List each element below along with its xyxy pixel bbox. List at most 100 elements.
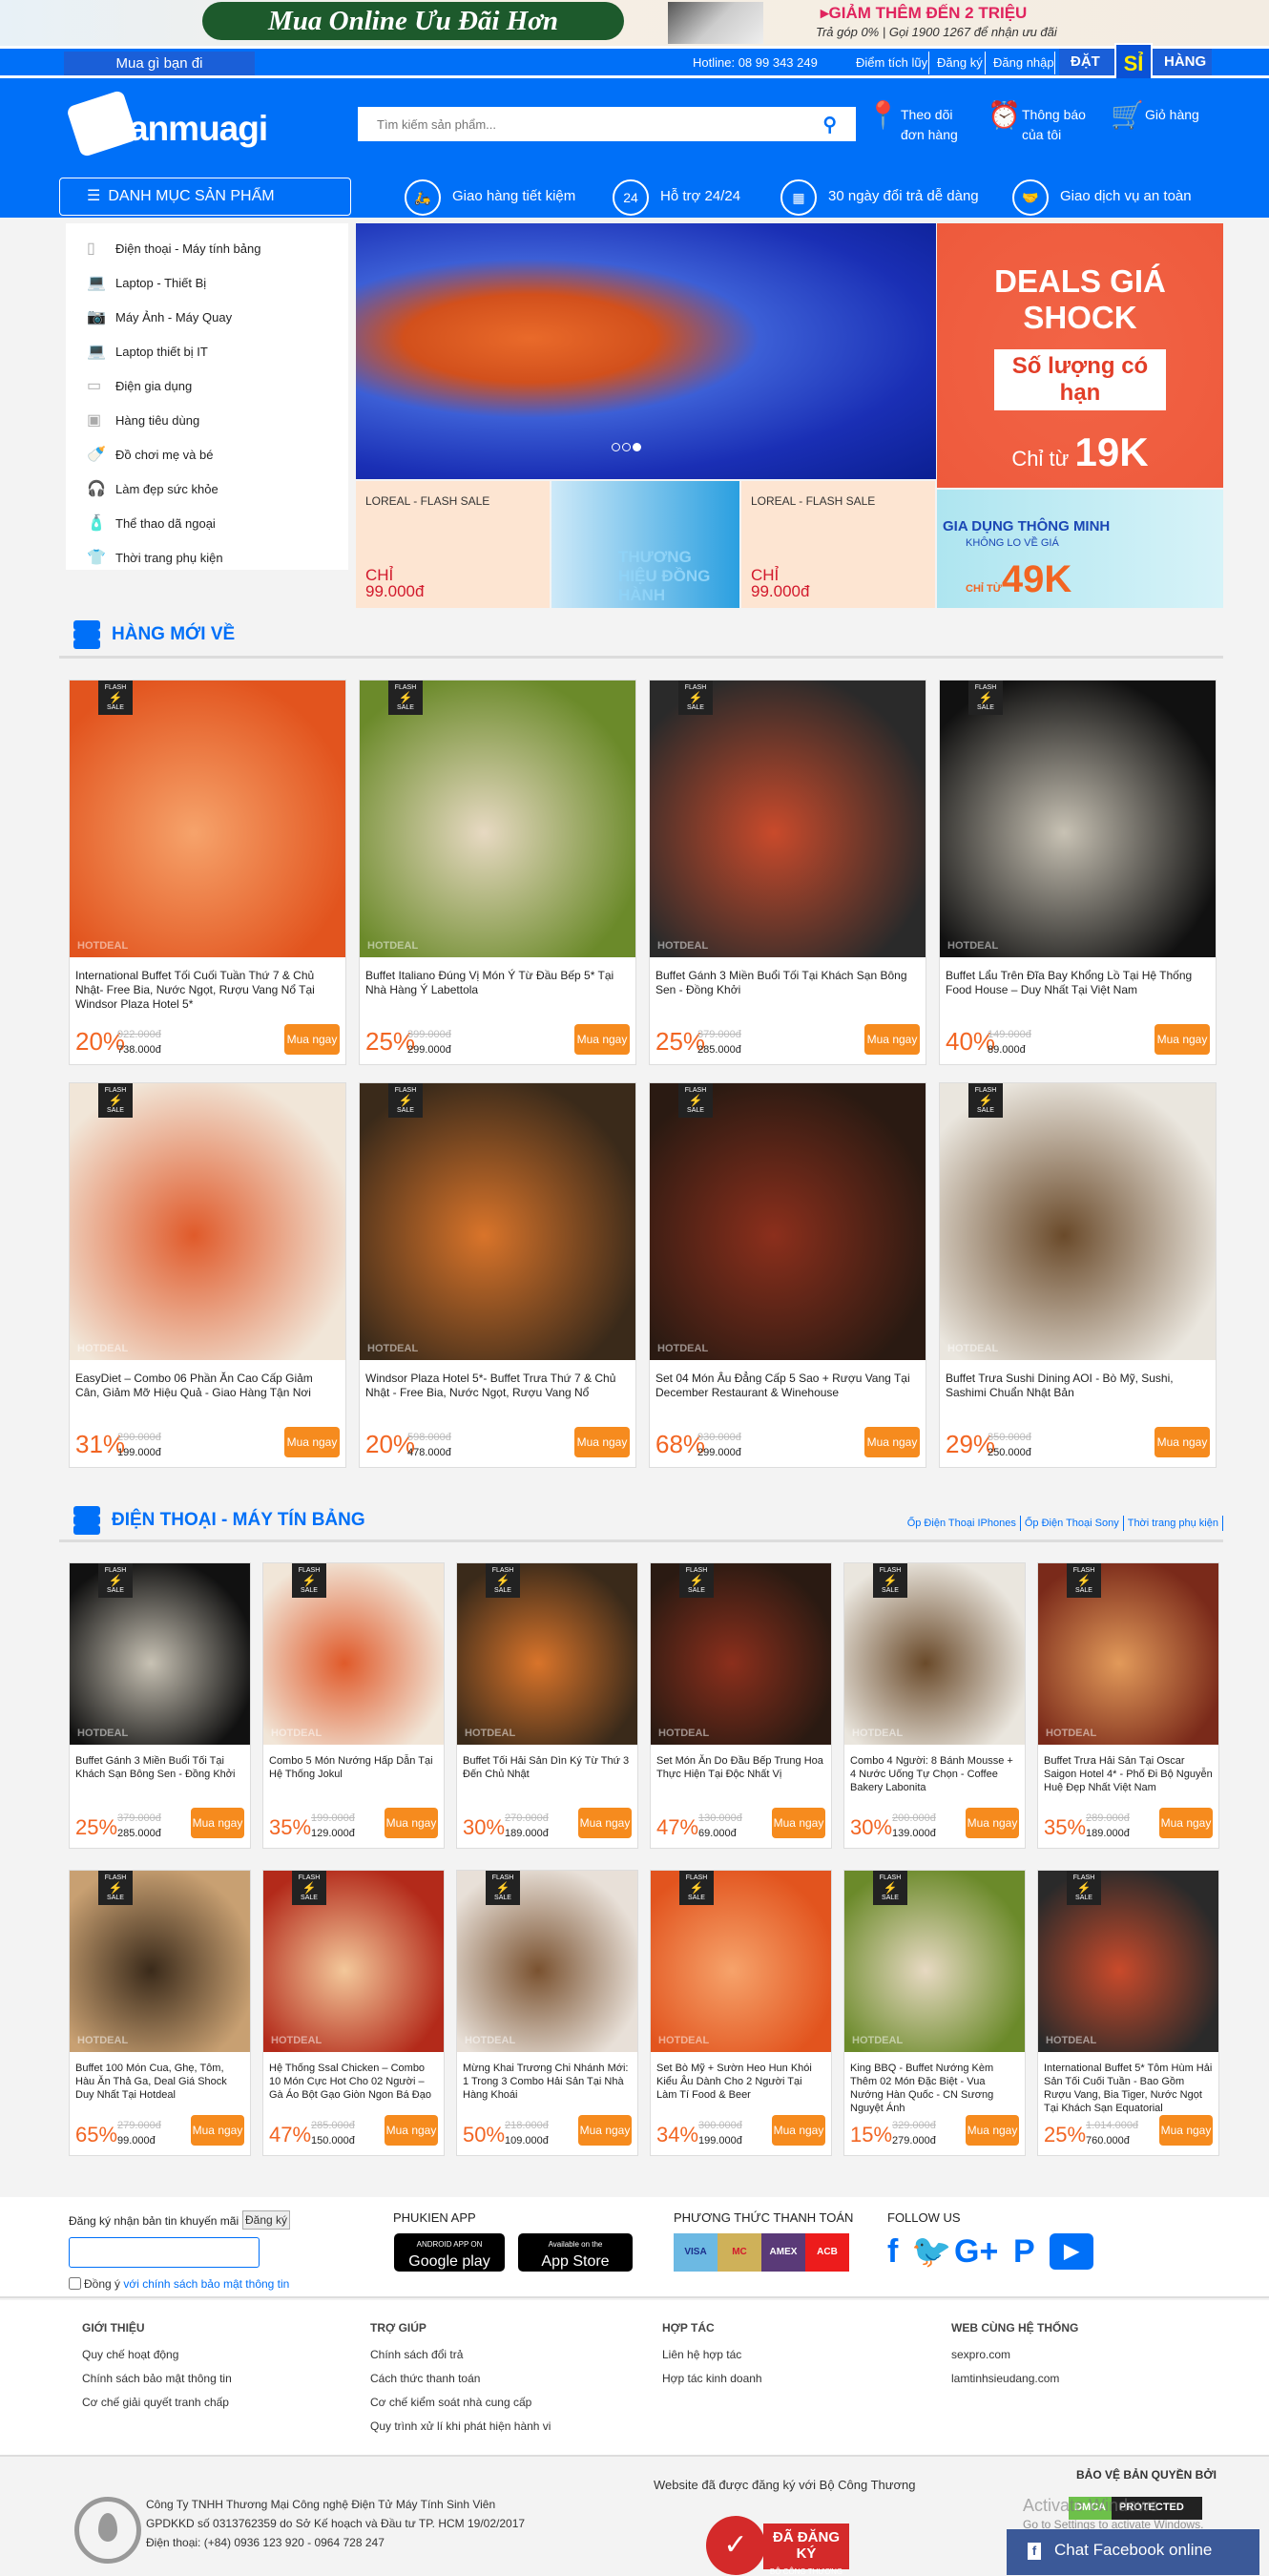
product-card[interactable]: FLASH ⚡ SALE HOTDEAL Hệ Thống Ssal Chicken –… — [262, 1870, 445, 2156]
sidebar-item[interactable]: ▭ Điện gia dụng — [66, 368, 348, 403]
buy-now-button[interactable]: Mua ngay — [574, 1427, 630, 1457]
agree-checkbox[interactable] — [69, 2277, 81, 2290]
banner-loreal[interactable]: LOREAL - FLASH SALE CHỈ 99.000đ — [356, 481, 550, 608]
footer-link[interactable]: Cơ chế kiểm soát nhà cung cấp — [370, 2396, 551, 2409]
footer-link[interactable]: Liên hệ hợp tác — [662, 2348, 762, 2361]
product-image[interactable]: FLASH ⚡ SALE HOTDEAL — [940, 681, 1216, 957]
product-image[interactable]: FLASH ⚡ SALE HOTDEAL — [650, 681, 926, 957]
product-title[interactable]: International Buffet 5* Tôm Hùm Hải Sản … — [1038, 2052, 1218, 2115]
buy-now-button[interactable]: Mua ngay — [284, 1024, 340, 1055]
product-image[interactable]: FLASH ⚡ SALE HOTDEAL — [940, 1083, 1216, 1360]
buy-now-button[interactable]: Mua ngay — [864, 1427, 920, 1457]
buy-now-button[interactable]: Mua ngay — [1159, 1808, 1213, 1838]
buy-now-button[interactable]: Mua ngay — [385, 1808, 438, 1838]
promo-banner[interactable]: Mua Online Ưu Đãi Hơn ▸GIẢM THÊM ĐẾN 2 T… — [0, 0, 1269, 46]
product-card[interactable]: FLASH ⚡ SALE HOTDEAL Buffet Gánh 3 Miền Buổi… — [649, 680, 926, 1065]
chat-facebook-button[interactable]: f Chat Facebook online — [1007, 2529, 1259, 2575]
product-title[interactable]: Buffet Tối Hải Sản Dìn Ký Từ Thứ 3 Đến C… — [457, 1745, 637, 1808]
login-link[interactable]: Đăng nhập — [993, 55, 1054, 70]
product-title[interactable]: Combo 5 Món Nướng Hấp Dẫn Tại Hệ Thống J… — [263, 1745, 444, 1808]
slider-dot[interactable] — [612, 443, 620, 451]
buy-now-button[interactable]: Mua ngay — [864, 1024, 920, 1055]
product-image[interactable]: FLASH ⚡ SALE HOTDEAL — [360, 681, 635, 957]
facebook-icon[interactable]: f — [887, 2233, 898, 2270]
footer-link[interactable]: sexpro.com — [951, 2348, 1078, 2361]
product-card[interactable]: FLASH ⚡ SALE HOTDEAL Combo 5 Món Nướng Hấp D… — [262, 1562, 445, 1849]
sublink[interactable]: Ốp Điện Thoại IPhones — [904, 1516, 1021, 1531]
buy-now-button[interactable]: Mua ngay — [284, 1427, 340, 1457]
twitter-icon[interactable]: 🐦 — [911, 2233, 951, 2270]
sidebar-item[interactable]: 💻 Laptop thiết bị IT — [66, 334, 348, 368]
product-image[interactable]: FLASH ⚡ SALE HOTDEAL — [651, 1871, 831, 2052]
product-card[interactable]: FLASH ⚡ SALE HOTDEAL Combo 4 Người: 8 Bánh M… — [843, 1562, 1026, 1849]
sidebar-item[interactable]: ▣ Hàng tiêu dùng — [66, 403, 348, 437]
footer-link[interactable]: lamtinhsieudang.com — [951, 2372, 1078, 2385]
sidebar-item[interactable]: 💻 Laptop - Thiết Bị — [66, 265, 348, 300]
hotline-link[interactable]: Hotline: 08 99 343 249 — [693, 55, 818, 70]
section-title-phone[interactable]: ĐIỆN THOẠI - MÁY TÍN BẢNG — [72, 1504, 365, 1537]
register-link[interactable]: Đăng ký — [937, 55, 983, 70]
slider-dot[interactable] — [622, 443, 631, 451]
sidebar-item[interactable]: 📷 Máy Ảnh - Máy Quay — [66, 300, 348, 334]
wholesale-button[interactable]: ĐẶT SỈ HÀNG — [1059, 43, 1212, 91]
buy-now-button[interactable]: Mua ngay — [772, 2115, 825, 2146]
notifications-link[interactable]: ⏰ Thông báo của tôi — [988, 102, 1089, 145]
home-appliance-banner[interactable]: GIA DỤNG THÔNG MINH KHÔNG LO VỀ GIÁ CHỈ … — [937, 490, 1223, 608]
cart-link[interactable]: 🛒 Giỏ hàng — [1111, 102, 1212, 129]
sidebar-item[interactable]: 👕 Thời trang phụ kiện — [66, 540, 348, 575]
footer-link[interactable]: Chính sách đổi trả — [370, 2348, 551, 2361]
footer-link[interactable]: Quy chế hoạt động — [82, 2348, 232, 2361]
google-play-button[interactable]: ANDROID APP ON Google play — [394, 2233, 505, 2272]
product-card[interactable]: FLASH ⚡ SALE HOTDEAL King BBQ - Buffet Nướng… — [843, 1870, 1026, 2156]
buy-now-button[interactable]: Mua ngay — [1159, 2115, 1213, 2146]
product-image[interactable]: FLASH ⚡ SALE HOTDEAL — [650, 1083, 926, 1360]
product-title[interactable]: Buffet Trưa Hải Sản Tại Oscar Saigon Hot… — [1038, 1745, 1218, 1808]
search-icon[interactable]: ⚲ — [822, 113, 837, 136]
product-title[interactable]: Set 04 Món Âu Đẳng Cấp 5 Sao + Rượu Vang… — [650, 1360, 926, 1427]
product-card[interactable]: FLASH ⚡ SALE HOTDEAL EasyDiet – Combo 06 Phầ… — [69, 1082, 346, 1468]
banner-brand[interactable]: THƯƠNG HIỆU ĐỒNG HÀNH — [551, 481, 739, 608]
youtube-icon[interactable]: ▶ — [1050, 2233, 1093, 2270]
product-card[interactable]: FLASH ⚡ SALE HOTDEAL Windsor Plaza Hotel 5*-… — [359, 1082, 636, 1468]
buy-now-button[interactable]: Mua ngay — [966, 2115, 1019, 2146]
product-image[interactable]: FLASH ⚡ SALE HOTDEAL — [1038, 1871, 1218, 2052]
product-title[interactable]: Buffet Gánh 3 Miền Buổi Tối Tại Khách Sạ… — [650, 957, 926, 1024]
track-order-link[interactable]: 📍 Theo dõi đơn hàng — [866, 102, 967, 145]
footer-link[interactable]: Cách thức thanh toán — [370, 2372, 551, 2385]
product-image[interactable]: FLASH ⚡ SALE HOTDEAL — [457, 1563, 637, 1745]
footer-link[interactable]: Hợp tác kinh doanh — [662, 2372, 762, 2385]
buy-now-button[interactable]: Mua ngay — [191, 1808, 244, 1838]
product-title[interactable]: Mừng Khai Trương Chi Nhánh Mới: 1 Trong … — [457, 2052, 637, 2115]
product-image[interactable]: FLASH ⚡ SALE HOTDEAL — [70, 681, 345, 957]
product-title[interactable]: Buffet Trưa Sushi Dining AOI - Bò Mỹ, Su… — [940, 1360, 1216, 1427]
buy-now-button[interactable]: Mua ngay — [772, 1808, 825, 1838]
section-title-new[interactable]: HÀNG MỚI VỀ — [72, 618, 235, 651]
product-title[interactable]: Set Bò Mỹ + Sườn Heo Hun Khói Kiểu Âu Dà… — [651, 2052, 831, 2115]
product-image[interactable]: FLASH ⚡ SALE HOTDEAL — [651, 1563, 831, 1745]
product-card[interactable]: FLASH ⚡ SALE HOTDEAL Buffet Italiano Đúng Vị… — [359, 680, 636, 1065]
points-link[interactable]: Điểm tích lũy — [856, 55, 927, 70]
product-image[interactable]: FLASH ⚡ SALE HOTDEAL — [263, 1871, 444, 2052]
product-image[interactable]: FLASH ⚡ SALE HOTDEAL — [1038, 1563, 1218, 1745]
slider-dot-active[interactable] — [633, 443, 641, 451]
buy-now-button[interactable]: Mua ngay — [385, 2115, 438, 2146]
product-card[interactable]: FLASH ⚡ SALE HOTDEAL Buffet Trưa Hải Sản Tại… — [1037, 1562, 1219, 1849]
sidebar-item[interactable]: ▯ Điện thoại - Máy tính bảng — [66, 231, 348, 265]
hero-slider[interactable] — [356, 223, 936, 479]
product-title[interactable]: Hệ Thống Ssal Chicken – Combo 10 Món Cực… — [263, 2052, 444, 2115]
product-card[interactable]: FLASH ⚡ SALE HOTDEAL Mừng Khai Trương Chi Nh… — [456, 1870, 638, 2156]
buy-now-button[interactable]: Mua ngay — [1155, 1427, 1210, 1457]
newsletter-submit-button[interactable]: Đăng ký — [242, 2210, 291, 2230]
product-title[interactable]: International Buffet Tối Cuối Tuần Thứ 7… — [70, 957, 345, 1024]
app-store-button[interactable]: Available on the App Store — [518, 2233, 633, 2272]
product-image[interactable]: FLASH ⚡ SALE HOTDEAL — [70, 1563, 250, 1745]
product-card[interactable]: FLASH ⚡ SALE HOTDEAL Buffet Tối Hải Sản Dìn … — [456, 1562, 638, 1849]
product-image[interactable]: FLASH ⚡ SALE HOTDEAL — [263, 1563, 444, 1745]
product-card[interactable]: FLASH ⚡ SALE HOTDEAL Buffet Gánh 3 Miền Buổi… — [69, 1562, 251, 1849]
buy-now-button[interactable]: Mua ngay — [578, 2115, 632, 2146]
google-plus-icon[interactable]: G+ — [954, 2233, 998, 2270]
registered-badge[interactable]: ĐÃ ĐĂNG KÝ BỘ CÔNG THƯƠNG — [763, 2524, 849, 2576]
product-title[interactable]: Combo 4 Người: 8 Bánh Mousse + 4 Nước Uố… — [844, 1745, 1025, 1808]
privacy-link[interactable]: với chính sách bảo mật thông tin — [123, 2277, 289, 2291]
product-title[interactable]: Buffet Lẩu Trên Đĩa Bay Khổng Lồ Tại Hệ … — [940, 957, 1216, 1024]
